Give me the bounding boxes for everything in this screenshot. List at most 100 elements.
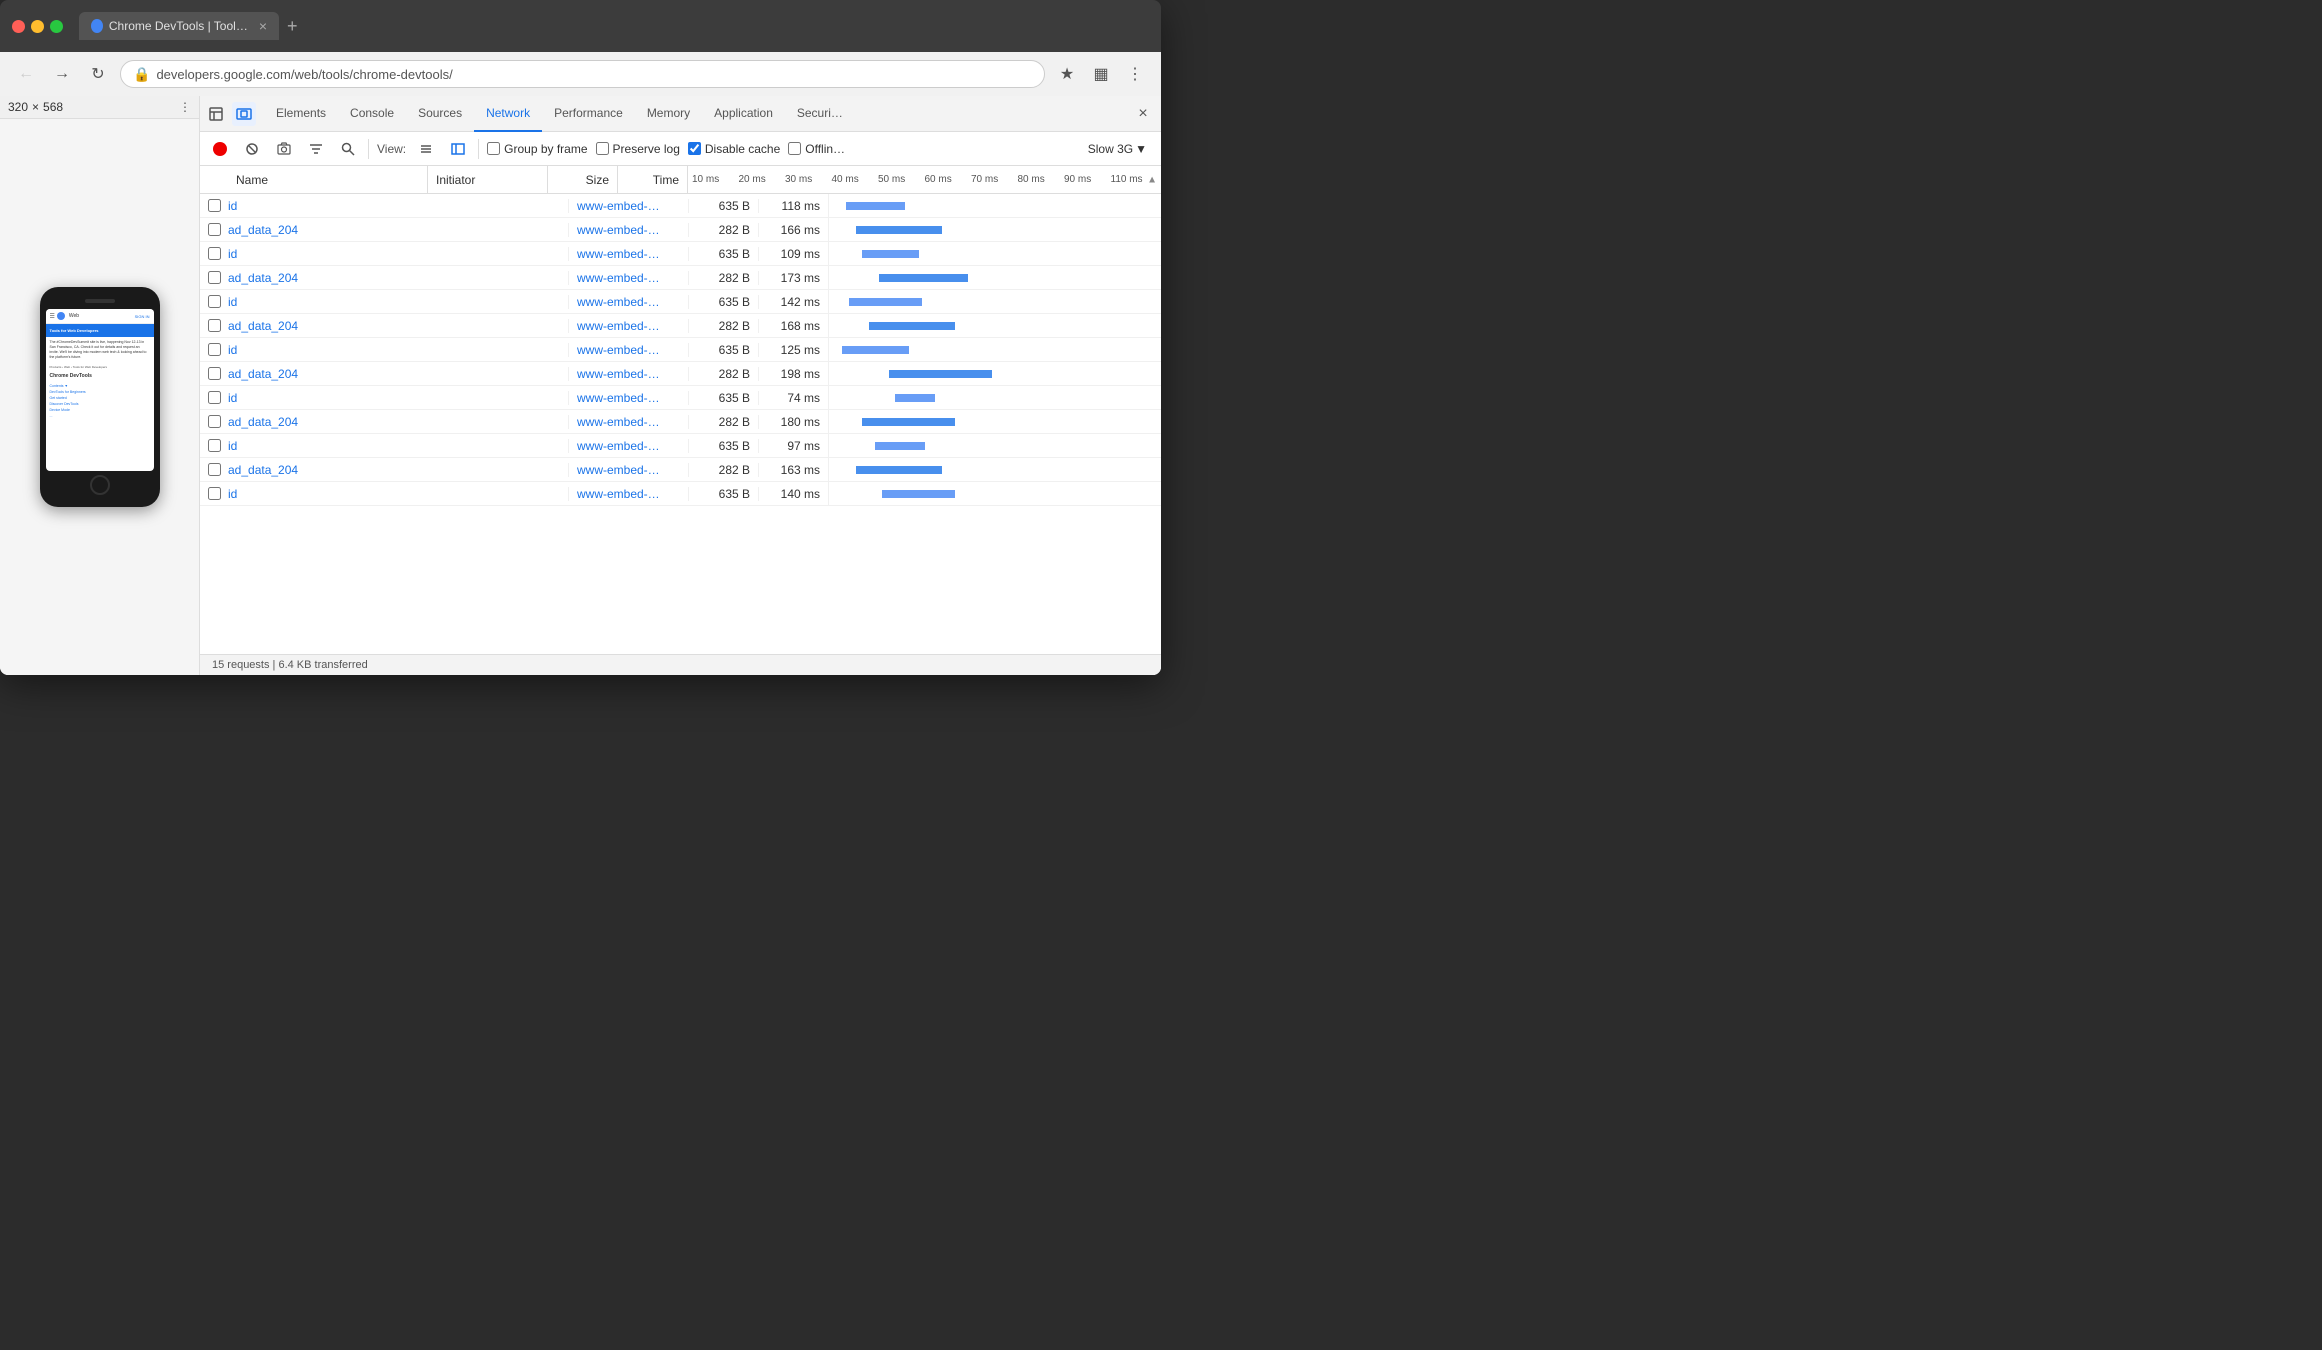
tab-network[interactable]: Network (474, 96, 542, 132)
row-name-cell[interactable]: ad_data_204 (228, 271, 568, 285)
list-view-button[interactable] (414, 137, 438, 161)
table-row[interactable]: id www-embed-… 635 B 97 ms (200, 434, 1161, 458)
table-row[interactable]: id www-embed-… 635 B 142 ms (200, 290, 1161, 314)
row-checkbox-input[interactable] (208, 415, 221, 428)
row-checkbox-input[interactable] (208, 247, 221, 260)
preserve-log-checkbox[interactable]: Preserve log (596, 142, 680, 156)
row-checkbox[interactable] (200, 343, 228, 356)
row-waterfall-cell (828, 362, 1161, 385)
clear-button[interactable] (240, 137, 264, 161)
table-row[interactable]: id www-embed-… 635 B 109 ms (200, 242, 1161, 266)
back-button[interactable]: ← (12, 60, 40, 88)
menu-button[interactable]: ⋮ (1121, 60, 1149, 88)
tick-10ms: 10 ms (692, 174, 739, 185)
row-checkbox-input[interactable] (208, 439, 221, 452)
record-button[interactable] (208, 137, 232, 161)
row-checkbox[interactable] (200, 415, 228, 428)
row-name-cell[interactable]: id (228, 247, 568, 261)
inspector-icon-tab[interactable] (204, 102, 228, 126)
row-name-cell[interactable]: ad_data_204 (228, 223, 568, 237)
row-name-cell[interactable]: id (228, 343, 568, 357)
table-row[interactable]: ad_data_204 www-embed-… 282 B 168 ms (200, 314, 1161, 338)
table-row[interactable]: ad_data_204 www-embed-… 282 B 163 ms (200, 458, 1161, 482)
row-name-cell[interactable]: ad_data_204 (228, 415, 568, 429)
new-tab-button[interactable]: + (287, 16, 298, 37)
main-content: 320 × 568 ⋮ ☰ Web SIGN I (0, 96, 1161, 675)
row-checkbox[interactable] (200, 247, 228, 260)
row-checkbox-input[interactable] (208, 295, 221, 308)
row-checkbox-input[interactable] (208, 463, 221, 476)
screen-nav-list: Contents ▼ DevTools for Beginners Get st… (46, 381, 154, 421)
group-by-frame-checkbox[interactable]: Group by frame (487, 142, 587, 156)
table-row[interactable]: id www-embed-… 635 B 125 ms (200, 338, 1161, 362)
row-name-cell[interactable]: id (228, 391, 568, 405)
row-checkbox[interactable] (200, 367, 228, 380)
row-checkbox[interactable] (200, 439, 228, 452)
row-checkbox[interactable] (200, 463, 228, 476)
group-by-frame-input[interactable] (487, 142, 500, 155)
row-checkbox-input[interactable] (208, 391, 221, 404)
row-checkbox[interactable] (200, 223, 228, 236)
preserve-log-input[interactable] (596, 142, 609, 155)
tab-elements[interactable]: Elements (264, 96, 338, 132)
row-checkbox-input[interactable] (208, 487, 221, 500)
row-checkbox[interactable] (200, 295, 228, 308)
tab-console[interactable]: Console (338, 96, 406, 132)
device-more-button[interactable]: ⋮ (179, 100, 191, 114)
tab-sources[interactable]: Sources (406, 96, 474, 132)
row-name-cell[interactable]: ad_data_204 (228, 367, 568, 381)
table-row[interactable]: id www-embed-… 635 B 74 ms (200, 386, 1161, 410)
row-checkbox[interactable] (200, 319, 228, 332)
maximize-traffic-light[interactable] (50, 20, 63, 33)
row-name-cell[interactable]: id (228, 487, 568, 501)
disable-cache-input[interactable] (688, 142, 701, 155)
reload-button[interactable]: ↻ (84, 60, 112, 88)
row-checkbox-input[interactable] (208, 343, 221, 356)
minimize-traffic-light[interactable] (31, 20, 44, 33)
row-name-cell[interactable]: ad_data_204 (228, 463, 568, 477)
tab-security[interactable]: Securi… (785, 96, 855, 132)
browser-tab[interactable]: Chrome DevTools | Tools for W × (79, 12, 279, 40)
row-checkbox-input[interactable] (208, 199, 221, 212)
row-checkbox-input[interactable] (208, 223, 221, 236)
row-checkbox-input[interactable] (208, 319, 221, 332)
tab-title: Chrome DevTools | Tools for W (109, 19, 249, 33)
table-row[interactable]: ad_data_204 www-embed-… 282 B 198 ms (200, 362, 1161, 386)
forward-button[interactable]: → (48, 60, 76, 88)
search-button[interactable] (336, 137, 360, 161)
row-name-cell[interactable]: id (228, 439, 568, 453)
tab-close-button[interactable]: × (259, 18, 267, 34)
device-icon-tab[interactable] (232, 102, 256, 126)
offline-checkbox[interactable]: Offlin… (788, 142, 845, 156)
close-traffic-light[interactable] (12, 20, 25, 33)
tab-memory[interactable]: Memory (635, 96, 702, 132)
cast-button[interactable]: ▦ (1087, 60, 1115, 88)
tab-application[interactable]: Application (702, 96, 785, 132)
table-row[interactable]: ad_data_204 www-embed-… 282 B 180 ms (200, 410, 1161, 434)
disable-cache-checkbox[interactable]: Disable cache (688, 142, 780, 156)
table-row[interactable]: ad_data_204 www-embed-… 282 B 173 ms (200, 266, 1161, 290)
row-checkbox-input[interactable] (208, 367, 221, 380)
row-checkbox[interactable] (200, 487, 228, 500)
row-name-cell[interactable]: ad_data_204 (228, 319, 568, 333)
table-row[interactable]: id www-embed-… 635 B 140 ms (200, 482, 1161, 506)
table-row[interactable]: id www-embed-… 635 B 118 ms (200, 194, 1161, 218)
row-checkbox-input[interactable] (208, 271, 221, 284)
row-checkbox[interactable] (200, 391, 228, 404)
devtools-close-button[interactable]: × (1129, 100, 1157, 128)
offline-input[interactable] (788, 142, 801, 155)
row-waterfall-cell (828, 386, 1161, 409)
throttle-button[interactable]: Slow 3G ▼ (1082, 140, 1153, 158)
phone-home-button[interactable] (90, 475, 110, 495)
filter-button[interactable] (304, 137, 328, 161)
row-checkbox[interactable] (200, 199, 228, 212)
row-name-cell[interactable]: id (228, 199, 568, 213)
table-row[interactable]: ad_data_204 www-embed-… 282 B 166 ms (200, 218, 1161, 242)
camera-button[interactable] (272, 137, 296, 161)
tab-performance[interactable]: Performance (542, 96, 635, 132)
waterfall-view-button[interactable] (446, 137, 470, 161)
row-name-cell[interactable]: id (228, 295, 568, 309)
bookmark-button[interactable]: ★ (1053, 60, 1081, 88)
address-bar[interactable]: 🔒 developers.google.com/web/tools/chrome… (120, 60, 1045, 88)
row-checkbox[interactable] (200, 271, 228, 284)
